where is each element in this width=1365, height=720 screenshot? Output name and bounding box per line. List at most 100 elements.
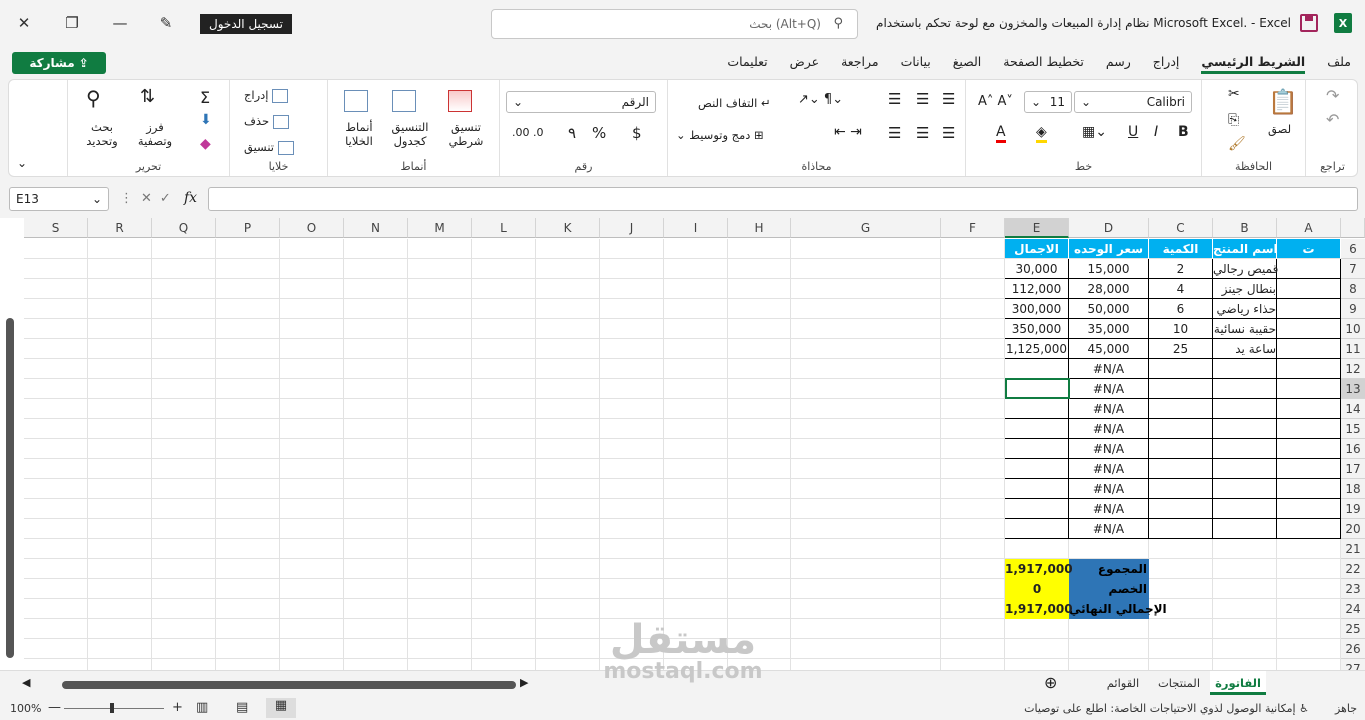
undo-icon[interactable]: ↶ [1326,110,1339,129]
table-cell[interactable] [1213,439,1277,459]
table-cell[interactable] [1277,439,1341,459]
row-header[interactable]: 10 [1341,319,1365,339]
table-header-cell[interactable]: اسم المنتج [1213,239,1278,259]
column-header[interactable]: I [664,218,728,238]
table-cell[interactable] [1213,379,1277,399]
tab-draw[interactable]: رسم [1106,54,1131,74]
row-header[interactable]: 9 [1341,299,1365,319]
table-cell[interactable]: قميص رجالي [1213,259,1278,279]
row-header[interactable]: 19 [1341,499,1365,519]
na-cell[interactable]: #N/A [1069,519,1149,539]
tab-file[interactable]: ملف [1327,54,1351,74]
italic-button[interactable]: I [1154,124,1158,140]
bold-button[interactable]: B [1178,124,1189,140]
table-cell[interactable] [1213,499,1277,519]
na-cell[interactable]: #N/A [1069,359,1149,379]
scroll-right-icon[interactable]: ▶ [520,676,528,689]
table-cell[interactable]: حذاء رياضي [1213,299,1277,319]
table-cell[interactable]: حقيبة نسائية [1213,319,1277,339]
row-header[interactable]: 16 [1341,439,1365,459]
page-layout-view-icon[interactable]: ▤ [236,700,248,715]
format-cells-button[interactable]: تنسيق [244,140,294,155]
zoom-in-icon[interactable]: + [172,700,183,715]
currency-button[interactable]: $ [632,124,642,142]
table-cell[interactable] [1005,459,1069,479]
zoom-out-icon[interactable]: — [48,700,61,715]
table-cell[interactable] [1149,439,1213,459]
format-table-icon[interactable] [392,90,416,112]
selected-cell[interactable] [1005,378,1070,399]
totals-label[interactable]: الإجمالي النهائي [1069,599,1167,619]
row-header[interactable]: 8 [1341,279,1365,299]
tab-sheet-invoice[interactable]: الفاتورة [1210,671,1266,695]
column-header[interactable]: B [1213,218,1277,238]
table-cell[interactable] [1277,519,1341,539]
table-cell[interactable]: ساعة يد [1213,339,1277,359]
tab-insert[interactable]: إدراج [1153,54,1180,74]
format-table-label[interactable]: التنسيق كجدول [384,120,436,148]
add-sheet-icon[interactable]: ⊕ [1044,673,1057,692]
comma-button[interactable]: ٩ [568,124,576,142]
row-header[interactable]: 23 [1341,579,1365,599]
copy-icon[interactable]: ⎘ [1228,112,1239,128]
grow-font-icon[interactable]: A˄ A˅ [978,94,1013,109]
table-cell[interactable]: 28,000 [1069,279,1149,299]
tab-help[interactable]: تعليمات [727,54,767,74]
format-painter-icon[interactable]: 🖌 [1228,136,1246,152]
table-cell[interactable] [1277,499,1341,519]
restore-icon[interactable]: ❐ [58,10,86,36]
accessibility-status[interactable]: إمكانية الوصول لذوي الاحتياجات الخاصة: ا… [1024,702,1309,715]
table-cell[interactable] [1277,359,1341,379]
merge-center-button[interactable]: ⌄ دمج وتوسيط ⊞ [676,128,764,142]
pen-icon[interactable]: ✎ [152,10,180,36]
row-header[interactable]: 27 [1341,659,1365,670]
align-bottom-icon[interactable]: ☰ [942,90,955,108]
table-cell[interactable] [1277,319,1341,339]
table-cell[interactable] [1277,279,1341,299]
na-cell[interactable]: #N/A [1069,499,1149,519]
table-cell[interactable] [1213,479,1277,499]
fill-color-icon[interactable]: ◈ [1036,124,1047,143]
row-header[interactable]: 7 [1341,259,1365,279]
row-header[interactable]: 26 [1341,639,1365,659]
column-header[interactable]: O [280,218,344,238]
table-cell[interactable]: 2 [1149,259,1213,279]
table-cell[interactable] [1277,339,1341,359]
na-cell[interactable]: #N/A [1069,459,1149,479]
align-left-icon[interactable]: ☰ [888,124,901,142]
table-cell[interactable]: 6 [1149,299,1213,319]
column-header[interactable]: Q [152,218,216,238]
column-header[interactable]: R [88,218,152,238]
underline-button[interactable]: U [1128,124,1138,140]
fx-icon[interactable]: fx [184,190,197,206]
column-header[interactable]: K [536,218,600,238]
font-size-dropdown[interactable]: ⌄ 11 [1024,91,1072,113]
share-button[interactable]: مشاركة ⇪ [12,52,106,74]
table-cell[interactable] [1213,359,1277,379]
table-cell[interactable] [1213,399,1277,419]
column-header[interactable]: S [24,218,88,238]
worksheet-grid[interactable]: A B C D E F G H I J K L M N O P Q R S 6 7 8 9 10 11 12 13 14 15 16 17 1… [0,218,1365,670]
table-cell[interactable]: 350,000 [1005,319,1069,339]
decimal-icon[interactable]: .00 .0 [512,126,544,139]
scroll-left-icon[interactable]: ◀ [22,676,30,689]
conditional-format-icon[interactable] [448,90,472,112]
table-header-cell[interactable]: الاجمال [1005,239,1069,259]
row-header[interactable]: 20 [1341,519,1365,539]
table-cell[interactable] [1005,359,1069,379]
find-select-label[interactable]: بحث وتحديد [78,120,126,148]
table-header-cell[interactable]: سعر الوحده [1069,239,1149,259]
percent-button[interactable]: % [592,124,606,142]
align-right-icon[interactable]: ☰ [942,124,955,142]
table-cell[interactable] [1005,519,1069,539]
table-cell[interactable] [1005,439,1069,459]
borders-icon[interactable]: ▦⌄ [1082,124,1107,140]
redo-icon[interactable]: ↷ [1326,86,1339,105]
table-cell[interactable] [1277,419,1341,439]
tab-sheet-products[interactable]: المنتجات [1150,671,1208,695]
delete-cells-button[interactable]: حذف [244,114,289,129]
normal-view-icon[interactable]: ▦ [266,698,296,718]
insert-cells-button[interactable]: إدراج [244,88,289,103]
zoom-slider-thumb[interactable] [110,703,114,713]
totals-value[interactable]: 1,917,000 [1005,599,1073,619]
